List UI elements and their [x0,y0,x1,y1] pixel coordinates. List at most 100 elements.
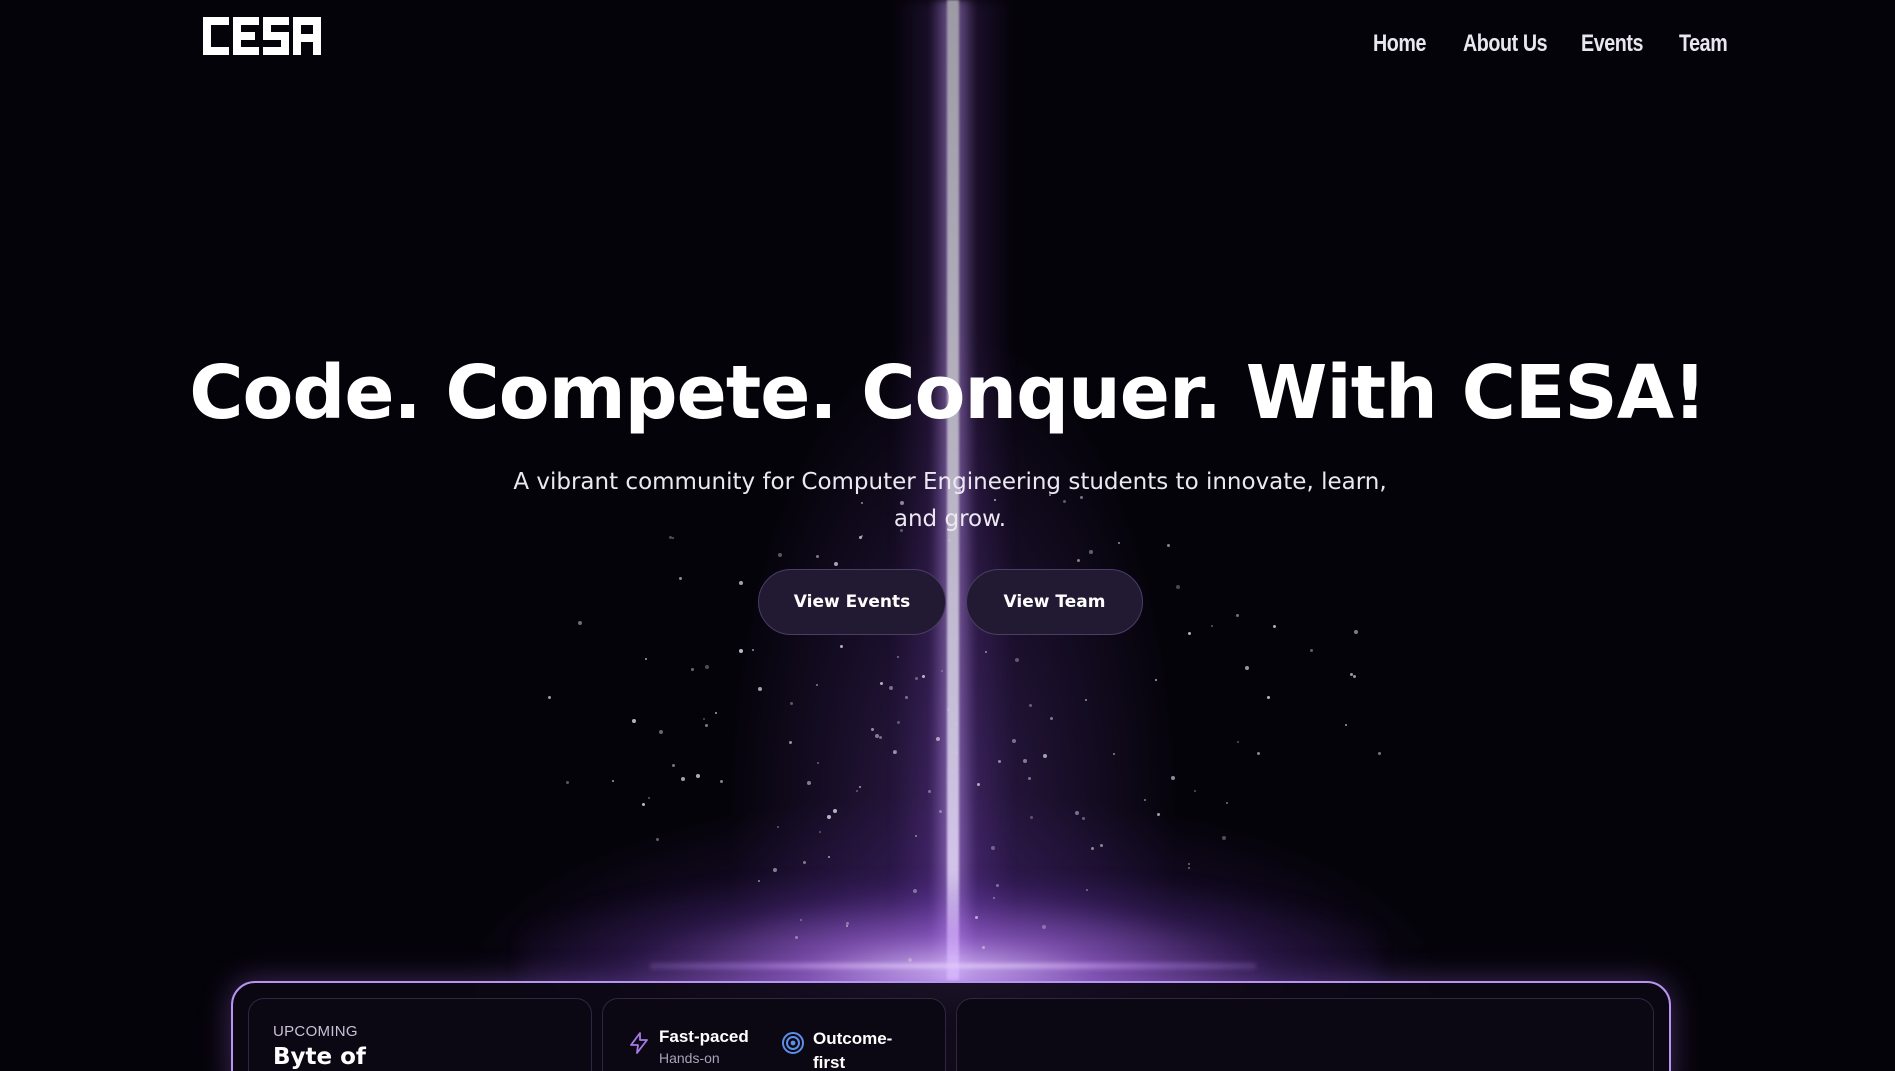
particle [672,764,675,767]
view-team-button[interactable]: View Team [966,569,1143,635]
nav-home-link[interactable]: Home [1373,30,1426,58]
particle [936,737,940,741]
feature-subtitle: Hands-on [659,1050,720,1066]
particle [1273,625,1276,628]
particle [789,741,792,744]
particle [1188,632,1191,635]
particle [871,728,874,731]
particle [705,665,709,669]
particle [1030,816,1033,819]
particle [1176,585,1180,589]
nav-team-link[interactable]: Team [1679,30,1728,58]
particle [1012,739,1016,743]
particle [1194,790,1196,792]
particle [1082,817,1085,820]
cesa-logo[interactable] [203,15,321,57]
particle [975,916,978,919]
particle [954,720,957,723]
particle [893,751,896,754]
particle [659,730,663,734]
features-card: Fast-paced Hands-on Outcome-first [602,998,946,1071]
particle [1236,614,1239,617]
particle [1144,799,1146,801]
particle [1050,717,1053,720]
particle [1091,847,1094,850]
particle [977,783,980,786]
particle [679,577,682,580]
particle [947,708,950,711]
upcoming-label: UPCOMING [273,1023,358,1040]
particle [720,780,723,783]
particle [578,621,582,625]
particle [998,760,1001,763]
particle [1345,724,1347,726]
particle [834,562,838,566]
floor-light-line [650,962,1256,970]
particle [1100,844,1103,847]
particle [840,645,843,648]
particle [1188,863,1190,865]
particle [696,774,700,778]
particle [1075,811,1079,815]
feature-title: Outcome-first [813,1029,893,1071]
view-events-button[interactable]: View Events [758,569,946,635]
particle [1086,889,1088,891]
particle [816,555,819,558]
particle [879,736,882,739]
particle [996,884,999,887]
particle [1211,625,1213,627]
particle [642,803,645,806]
particle [752,649,754,651]
target-icon [781,1031,805,1055]
particle [1029,704,1032,707]
particle [897,721,900,724]
particle [991,846,995,850]
particle [1089,550,1093,554]
feature-title: Fast-paced [659,1027,749,1046]
lightning-icon [627,1031,651,1055]
particle [985,651,987,653]
particle [800,919,802,921]
particle [955,751,958,754]
particle [1028,777,1031,780]
particle [846,925,848,927]
particle [691,668,694,671]
particle [566,781,569,784]
particle [982,946,985,949]
particle [915,835,917,837]
particle [856,790,858,792]
particle [807,781,811,785]
particle [656,838,659,841]
particle [705,724,708,727]
particle [948,539,951,542]
particle [1155,679,1157,681]
nav-events-link[interactable]: Events [1581,30,1643,58]
particle [1226,802,1228,804]
featured-content-card[interactable] [956,998,1654,1071]
particle [681,777,685,781]
particle [1245,666,1249,670]
particle [612,780,614,782]
particle [1237,741,1239,743]
particle [1378,752,1381,755]
particle [889,686,893,690]
particle [715,712,717,714]
particle [1188,867,1190,869]
particle [827,815,831,819]
nav-about-link[interactable]: About Us [1463,30,1548,58]
particle [648,797,650,799]
particle [819,831,821,833]
particle [1354,630,1358,634]
particle [739,581,743,585]
upcoming-event-card[interactable]: UPCOMING Byte of [248,998,592,1071]
particle [803,861,806,864]
particle [1042,925,1046,929]
particle [817,762,819,764]
particle [1118,542,1120,544]
particle [928,790,931,793]
particle [859,786,861,788]
particle [739,649,743,653]
particle [993,897,995,899]
particle [1171,776,1175,780]
particle [645,658,647,660]
